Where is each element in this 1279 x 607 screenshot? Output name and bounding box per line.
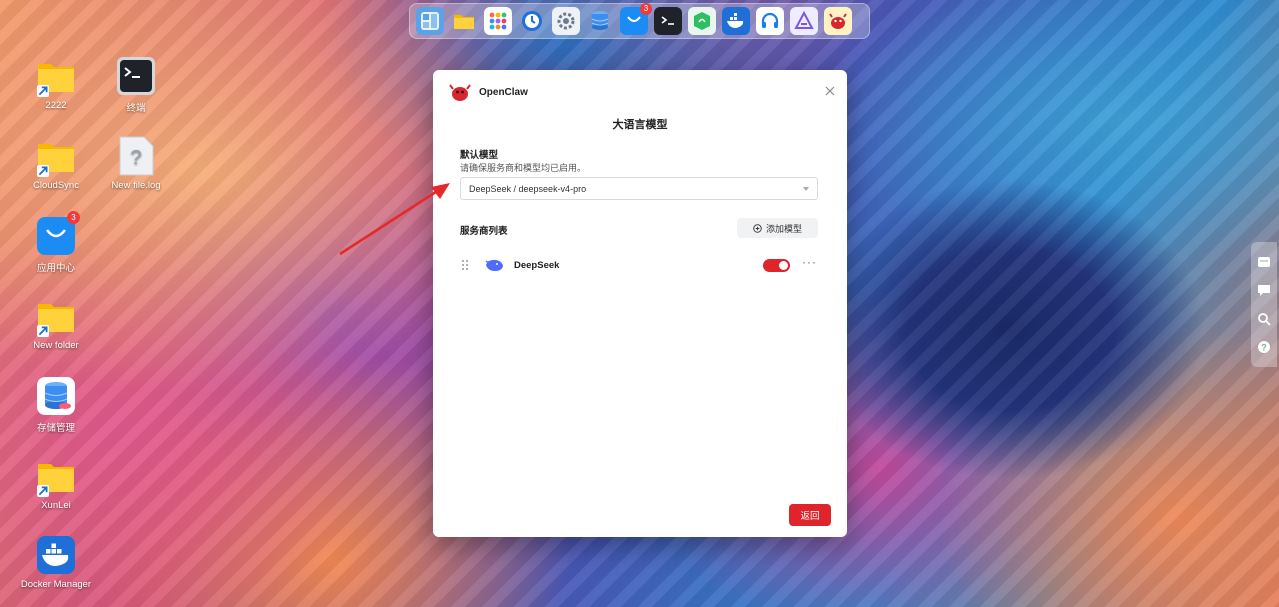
android-icon[interactable] [688, 7, 716, 35]
clock-icon[interactable] [518, 7, 546, 35]
deepseek-whale-icon [485, 259, 503, 271]
provider-enabled-toggle[interactable] [763, 258, 790, 272]
app-store-icon: 3 [36, 211, 80, 256]
svg-text:?: ? [130, 147, 141, 169]
chevron-down-icon [803, 186, 809, 191]
widget-icon[interactable] [1257, 255, 1271, 269]
file-manager-icon[interactable] [416, 7, 444, 35]
back-button[interactable]: 返回 [789, 504, 831, 526]
desktop-icon-label: 应用中心 [36, 263, 75, 274]
openclaw-logo-icon [449, 84, 471, 101]
folder-icon [36, 296, 76, 337]
provider-name: DeepSeek [514, 259, 560, 271]
app-center-badge: 3 [67, 211, 80, 224]
settings-icon[interactable] [552, 7, 580, 35]
default-model-select[interactable]: DeepSeek / deepseek-v4-pro [460, 177, 818, 200]
selected-model-value: DeepSeek / deepseek-v4-pro [469, 183, 587, 194]
folder-icon [36, 56, 76, 97]
openclaw-icon[interactable] [824, 7, 852, 35]
desktop-icon-new-folder[interactable]: New folder [16, 296, 96, 351]
search-icon[interactable] [1257, 312, 1271, 326]
message-icon[interactable] [1257, 283, 1271, 297]
close-icon[interactable] [825, 86, 835, 96]
plus-circle-icon [753, 223, 762, 233]
add-model-button[interactable]: 添加模型 [737, 218, 818, 238]
more-options-icon[interactable]: ··· [802, 256, 818, 268]
shortcut-arrow-icon [37, 325, 49, 337]
llm-settings-dialog: OpenClaw 大语言模型 默认模型 请确保服务商和模型均已启用。 DeepS… [433, 70, 847, 537]
storage-icon [36, 376, 76, 416]
provider-list-label: 服务商列表 [460, 226, 508, 237]
help-icon[interactable]: ? [1257, 340, 1271, 354]
dialog-header: OpenClaw [449, 82, 528, 102]
unknown-file-icon: ? [116, 136, 156, 176]
desktop-icon-2222[interactable]: 2222 [16, 56, 96, 111]
desktop-icon-label: Docker Manager [20, 579, 92, 590]
desktop-icon-label: 存储管理 [36, 423, 75, 434]
docker-icon[interactable] [722, 7, 750, 35]
terminal-icon[interactable] [654, 7, 682, 35]
folder-icon [36, 456, 76, 497]
shortcut-arrow-icon [37, 485, 49, 497]
desktop-icon-label: New file.log [111, 180, 161, 191]
app-grid-icon[interactable] [484, 7, 512, 35]
svg-text:?: ? [1261, 342, 1267, 352]
shortcut-arrow-icon [37, 165, 49, 177]
desktop-icon-docker-manager[interactable]: Docker Manager [16, 535, 96, 590]
drag-handle-icon[interactable] [460, 259, 470, 271]
add-model-label: 添加模型 [765, 223, 802, 234]
desktop-icon-cloudsync[interactable]: CloudSync [16, 136, 96, 191]
default-model-label: 默认模型 [460, 150, 499, 161]
terminal-icon [116, 56, 156, 96]
provider-row[interactable]: DeepSeek ··· [460, 254, 818, 276]
headset-icon[interactable] [756, 7, 784, 35]
desktop-icon-terminal[interactable]: 终端 [96, 56, 176, 114]
dialog-title: 大语言模型 [612, 119, 668, 131]
storage-icon[interactable] [586, 7, 614, 35]
desktop-icon-storage-manager[interactable]: 存储管理 [16, 376, 96, 434]
default-model-description: 请确保服务商和模型均已启用。 [460, 163, 587, 173]
desktop-icon-label: 终端 [126, 103, 146, 114]
folder-icon[interactable] [450, 7, 478, 35]
right-toolbar: ? [1251, 242, 1277, 367]
desktop-icon-xunlei[interactable]: XunLei [16, 456, 96, 511]
docker-icon [36, 535, 76, 575]
desktop-icon-app-center[interactable]: 3 应用中心 [16, 211, 96, 274]
triangle-app-icon[interactable] [790, 7, 818, 35]
desktop-icon-new-file-log[interactable]: ? New file.log [96, 136, 176, 191]
dock: 3 [409, 3, 870, 39]
folder-icon [36, 136, 76, 177]
app-name: OpenClaw [479, 86, 528, 98]
app-store-badge: 3 [640, 3, 652, 15]
app-store-icon[interactable]: 3 [620, 3, 652, 35]
shortcut-arrow-icon [37, 85, 49, 97]
